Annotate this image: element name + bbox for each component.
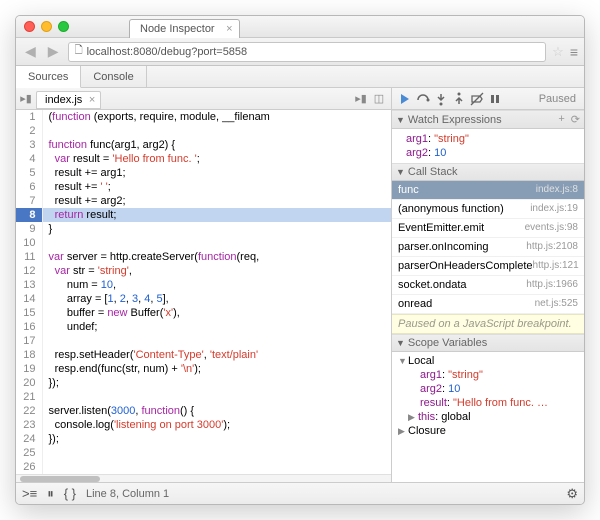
callstack-section-header[interactable]: ▼Call Stack xyxy=(392,163,584,181)
add-watch-icon[interactable]: + xyxy=(558,113,564,126)
navigator-toggle-icon[interactable]: ▸▮ xyxy=(16,92,36,105)
callstack-frame[interactable]: (anonymous function)index.js:19 xyxy=(392,200,584,219)
callstack-frame[interactable]: EventEmitter.emitevents.js:98 xyxy=(392,219,584,238)
tab-console[interactable]: Console xyxy=(81,66,146,87)
horizontal-scrollbar[interactable] xyxy=(16,474,391,482)
resume-button[interactable] xyxy=(396,90,414,108)
forward-button[interactable]: ▶ xyxy=(45,43,62,60)
debugger-toolbar: Paused xyxy=(392,88,584,110)
browser-window: Node Inspector ◀ ▶ localhost:8080/debug?… xyxy=(15,15,585,505)
file-tab[interactable]: index.js xyxy=(36,91,101,109)
statusbar: >≡ ⏸ { } Line 8, Column 1 ⚙ xyxy=(16,482,584,504)
pause-on-exceptions-button[interactable] xyxy=(486,90,504,108)
callstack-title: Call Stack xyxy=(408,166,458,178)
callstack-frame[interactable]: funcindex.js:8 xyxy=(392,181,584,200)
refresh-watch-icon[interactable]: ⟳ xyxy=(571,113,580,126)
deactivate-breakpoints-button[interactable] xyxy=(468,90,486,108)
step-over-button[interactable] xyxy=(414,90,432,108)
editor-pane: ▸▮ index.js ▸▮ ◫ 1(function (exports, re… xyxy=(16,88,392,482)
close-window[interactable] xyxy=(24,21,35,32)
editor-tabbar: ▸▮ index.js ▸▮ ◫ xyxy=(16,88,391,110)
titlebar: Node Inspector xyxy=(16,16,584,38)
history-back-icon[interactable]: ▸▮ xyxy=(353,91,369,107)
scope-title: Scope Variables xyxy=(408,337,487,349)
cursor-position: Line 8, Column 1 xyxy=(86,488,169,500)
scope-section-header[interactable]: ▼Scope Variables xyxy=(392,334,584,352)
tab-sources[interactable]: Sources xyxy=(16,66,81,88)
paused-label: Paused xyxy=(539,93,580,105)
pretty-print-icon[interactable]: { } xyxy=(64,486,76,501)
pause-message: Paused on a JavaScript breakpoint. xyxy=(392,314,584,334)
console-drawer-icon[interactable]: >≡ xyxy=(22,486,37,501)
callstack-frame[interactable]: socket.ondatahttp.js:1966 xyxy=(392,276,584,295)
step-into-button[interactable] xyxy=(432,90,450,108)
devtools-tabs: Sources Console xyxy=(16,66,584,88)
watch-section-header[interactable]: ▼Watch Expressions +⟳ xyxy=(392,110,584,129)
zoom-window[interactable] xyxy=(58,21,69,32)
watch-body: arg1: "string"arg2: 10 xyxy=(392,129,584,163)
minimize-window[interactable] xyxy=(41,21,52,32)
callstack-frame[interactable]: parserOnHeadersCompletehttp.js:121 xyxy=(392,257,584,276)
pause-icon[interactable]: ⏸ xyxy=(47,486,54,502)
menu-icon[interactable]: ≡ xyxy=(570,44,578,60)
bookmark-icon[interactable]: ☆ xyxy=(552,44,564,60)
settings-icon[interactable]: ⚙ xyxy=(566,486,578,502)
watch-title: Watch Expressions xyxy=(408,114,502,126)
window-controls xyxy=(24,21,69,32)
debugger-pane: Paused ▼Watch Expressions +⟳ arg1: "stri… xyxy=(392,88,584,482)
code-editor[interactable]: 1(function (exports, require, module, __… xyxy=(16,110,391,474)
callstack-frame[interactable]: parser.onIncominghttp.js:2108 xyxy=(392,238,584,257)
url-input[interactable]: localhost:8080/debug?port=5858 xyxy=(68,42,547,62)
step-out-button[interactable] xyxy=(450,90,468,108)
url-bar: ◀ ▶ localhost:8080/debug?port=5858 ☆ ≡ xyxy=(16,38,584,66)
callstack-frame[interactable]: onreadnet.js:525 xyxy=(392,295,584,314)
browser-tab[interactable]: Node Inspector xyxy=(129,19,240,38)
split-icon[interactable]: ◫ xyxy=(371,91,387,107)
callstack-body: funcindex.js:8(anonymous function)index.… xyxy=(392,181,584,314)
back-button[interactable]: ◀ xyxy=(22,43,39,60)
scope-body: ▼Localarg1: "string"arg2: 10result: "Hel… xyxy=(392,352,584,440)
